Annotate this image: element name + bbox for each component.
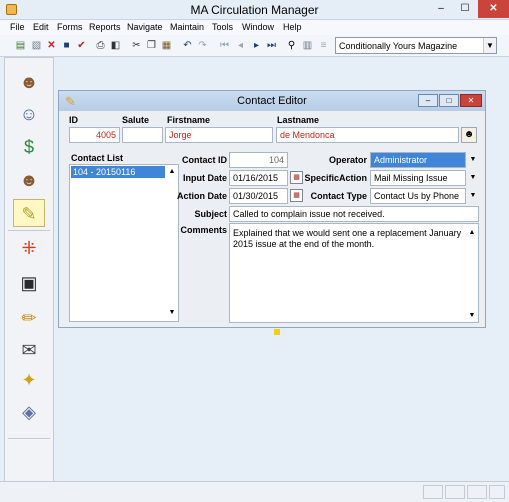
chevron-down-icon[interactable]: ▼ <box>467 170 479 186</box>
action-date-field[interactable]: 01/30/2015 <box>229 188 288 204</box>
contact-editor-dialog: ✎ Contact Editor – □ ✕ ID Salute Firstna… <box>58 90 486 328</box>
status-cell <box>489 485 505 499</box>
person-lookup-icon[interactable]: ☻ <box>461 127 477 143</box>
dialog-maximize-button[interactable]: □ <box>439 94 459 107</box>
previous-record-icon[interactable]: ◂ <box>234 39 247 52</box>
menu-bar: File Edit Forms Reports Navigate Maintai… <box>0 20 509 35</box>
contact-icon[interactable]: ☻ <box>13 68 45 96</box>
status-bar <box>0 481 509 502</box>
dialog-minimize-button[interactable]: – <box>418 94 438 107</box>
scroll-down-icon[interactable]: ▼ <box>467 310 477 321</box>
group-icon[interactable]: ☺ <box>13 100 45 128</box>
scroll-up-icon[interactable]: ▲ <box>467 227 477 238</box>
spellcheck-icon[interactable]: ✔ <box>75 39 88 52</box>
paste-icon[interactable]: ▦ <box>160 39 173 52</box>
list-item[interactable]: 104 - 20150116 <box>71 166 165 178</box>
coupon-icon[interactable]: ✦ <box>13 366 45 394</box>
specific-action-label: SpecificAction <box>304 173 367 183</box>
chevron-down-icon[interactable]: ▼ <box>467 188 479 204</box>
status-cell <box>467 485 487 499</box>
undo-icon[interactable]: ↶ <box>181 39 194 52</box>
print-preview-icon[interactable]: ◧ <box>109 39 122 52</box>
subject-label: Subject <box>194 209 227 219</box>
next-record-icon[interactable]: ▸ <box>250 39 263 52</box>
operator-select[interactable]: Administrator <box>370 152 466 168</box>
scroll-down-icon[interactable]: ▼ <box>167 309 177 316</box>
comments-text: Explained that we would sent one a repla… <box>233 228 462 249</box>
publication-select[interactable]: Conditionally Yours Magazine ▼ <box>335 37 497 54</box>
subject-field[interactable]: Called to complain issue not received. <box>229 206 479 222</box>
redo-icon[interactable]: ↷ <box>196 39 209 52</box>
tickets-icon[interactable]: ◈ <box>13 398 45 426</box>
menu-help[interactable]: Help <box>283 22 302 32</box>
contact-editor-icon[interactable]: ✎ <box>13 199 45 227</box>
menu-forms[interactable]: Forms <box>57 22 83 32</box>
menu-navigate[interactable]: Navigate <box>127 22 163 32</box>
id-field[interactable]: 4005 <box>69 127 120 143</box>
new-icon[interactable]: ▤ <box>14 39 27 52</box>
last-record-icon[interactable]: ⏭ <box>265 39 278 52</box>
close-button[interactable]: ✕ <box>478 0 509 18</box>
copy-icon[interactable]: ❐ <box>145 39 158 52</box>
minimize-button[interactable]: – <box>430 0 452 18</box>
contact-type-label: Contact Type <box>310 191 367 201</box>
cut-icon[interactable]: ✂ <box>130 39 143 52</box>
print-icon[interactable]: ⎙ <box>94 39 107 52</box>
save-icon[interactable]: ■ <box>60 39 73 52</box>
status-cell <box>445 485 465 499</box>
salute-label: Salute <box>122 115 150 125</box>
edit-icon[interactable]: ✏ <box>13 304 45 332</box>
status-cell <box>423 485 443 499</box>
comments-field[interactable]: Explained that we would sent one a repla… <box>229 223 479 323</box>
input-date-label: Input Date <box>183 173 227 183</box>
input-date-field[interactable]: 01/16/2015 <box>229 170 288 186</box>
money-bag-icon[interactable]: $ <box>13 133 45 161</box>
first-record-icon[interactable]: ⏮ <box>218 39 231 52</box>
title-bar: MA Circulation Manager – ☐ ✕ <box>0 0 509 20</box>
contact-type-select[interactable]: Contact Us by Phone <box>370 188 466 204</box>
chevron-down-icon[interactable]: ▼ <box>483 38 496 53</box>
panel-divider <box>8 438 50 439</box>
panel-divider <box>8 230 50 231</box>
calendar-icon[interactable]: ▣ <box>13 269 45 297</box>
find-icon[interactable]: ⚲ <box>285 39 298 52</box>
dialog-title-bar: ✎ Contact Editor – □ ✕ <box>59 91 485 111</box>
operator-label: Operator <box>328 155 367 165</box>
menu-window[interactable]: Window <box>242 22 274 32</box>
lastname-field[interactable]: de Mendonca <box>276 127 459 143</box>
action-date-label: Action Date <box>177 191 228 201</box>
menu-tools[interactable]: Tools <box>212 22 233 32</box>
left-navigation-panel: ☻ ☺ $ ☻ ✎ ⁜ ▣ ✏ ✉ ✦ ◈ <box>4 57 54 486</box>
menu-file[interactable]: File <box>10 22 25 32</box>
publication-select-value: Conditionally Yours Magazine <box>339 41 458 51</box>
sort-icon[interactable]: ≡ <box>317 39 330 52</box>
specific-action-select[interactable]: Mail Missing Issue <box>370 170 466 186</box>
filter-icon[interactable]: ▥ <box>301 39 314 52</box>
comments-label: Comments <box>180 225 227 235</box>
contact-id-field[interactable]: 104 <box>229 152 288 168</box>
firstname-field[interactable]: Jorge <box>165 127 273 143</box>
menu-edit[interactable]: Edit <box>33 22 49 32</box>
contacts-icon[interactable]: ☻ <box>13 166 45 194</box>
contact-list[interactable]: 104 - 20150116 ▲ ▼ <box>69 164 179 322</box>
contact-list-label: Contact List <box>71 153 124 163</box>
firstname-label: Firstname <box>167 115 211 125</box>
dialog-resize-handle[interactable] <box>274 329 280 335</box>
dialog-close-button[interactable]: ✕ <box>460 94 482 107</box>
scroll-up-icon[interactable]: ▲ <box>167 168 177 175</box>
lastname-label: Lastname <box>277 115 320 125</box>
chevron-down-icon[interactable]: ▼ <box>467 152 479 168</box>
menu-maintain[interactable]: Maintain <box>170 22 204 32</box>
open-icon[interactable]: ▧ <box>30 39 43 52</box>
network-icon[interactable]: ⁜ <box>13 234 45 262</box>
menu-reports[interactable]: Reports <box>89 22 121 32</box>
contact-id-label: Contact ID <box>182 155 227 165</box>
id-label: ID <box>69 115 78 125</box>
delete-icon[interactable]: ✕ <box>45 39 58 52</box>
maximize-button[interactable]: ☐ <box>454 0 476 18</box>
mail-label-icon[interactable]: ✉ <box>13 336 45 364</box>
salute-field[interactable] <box>122 127 163 143</box>
